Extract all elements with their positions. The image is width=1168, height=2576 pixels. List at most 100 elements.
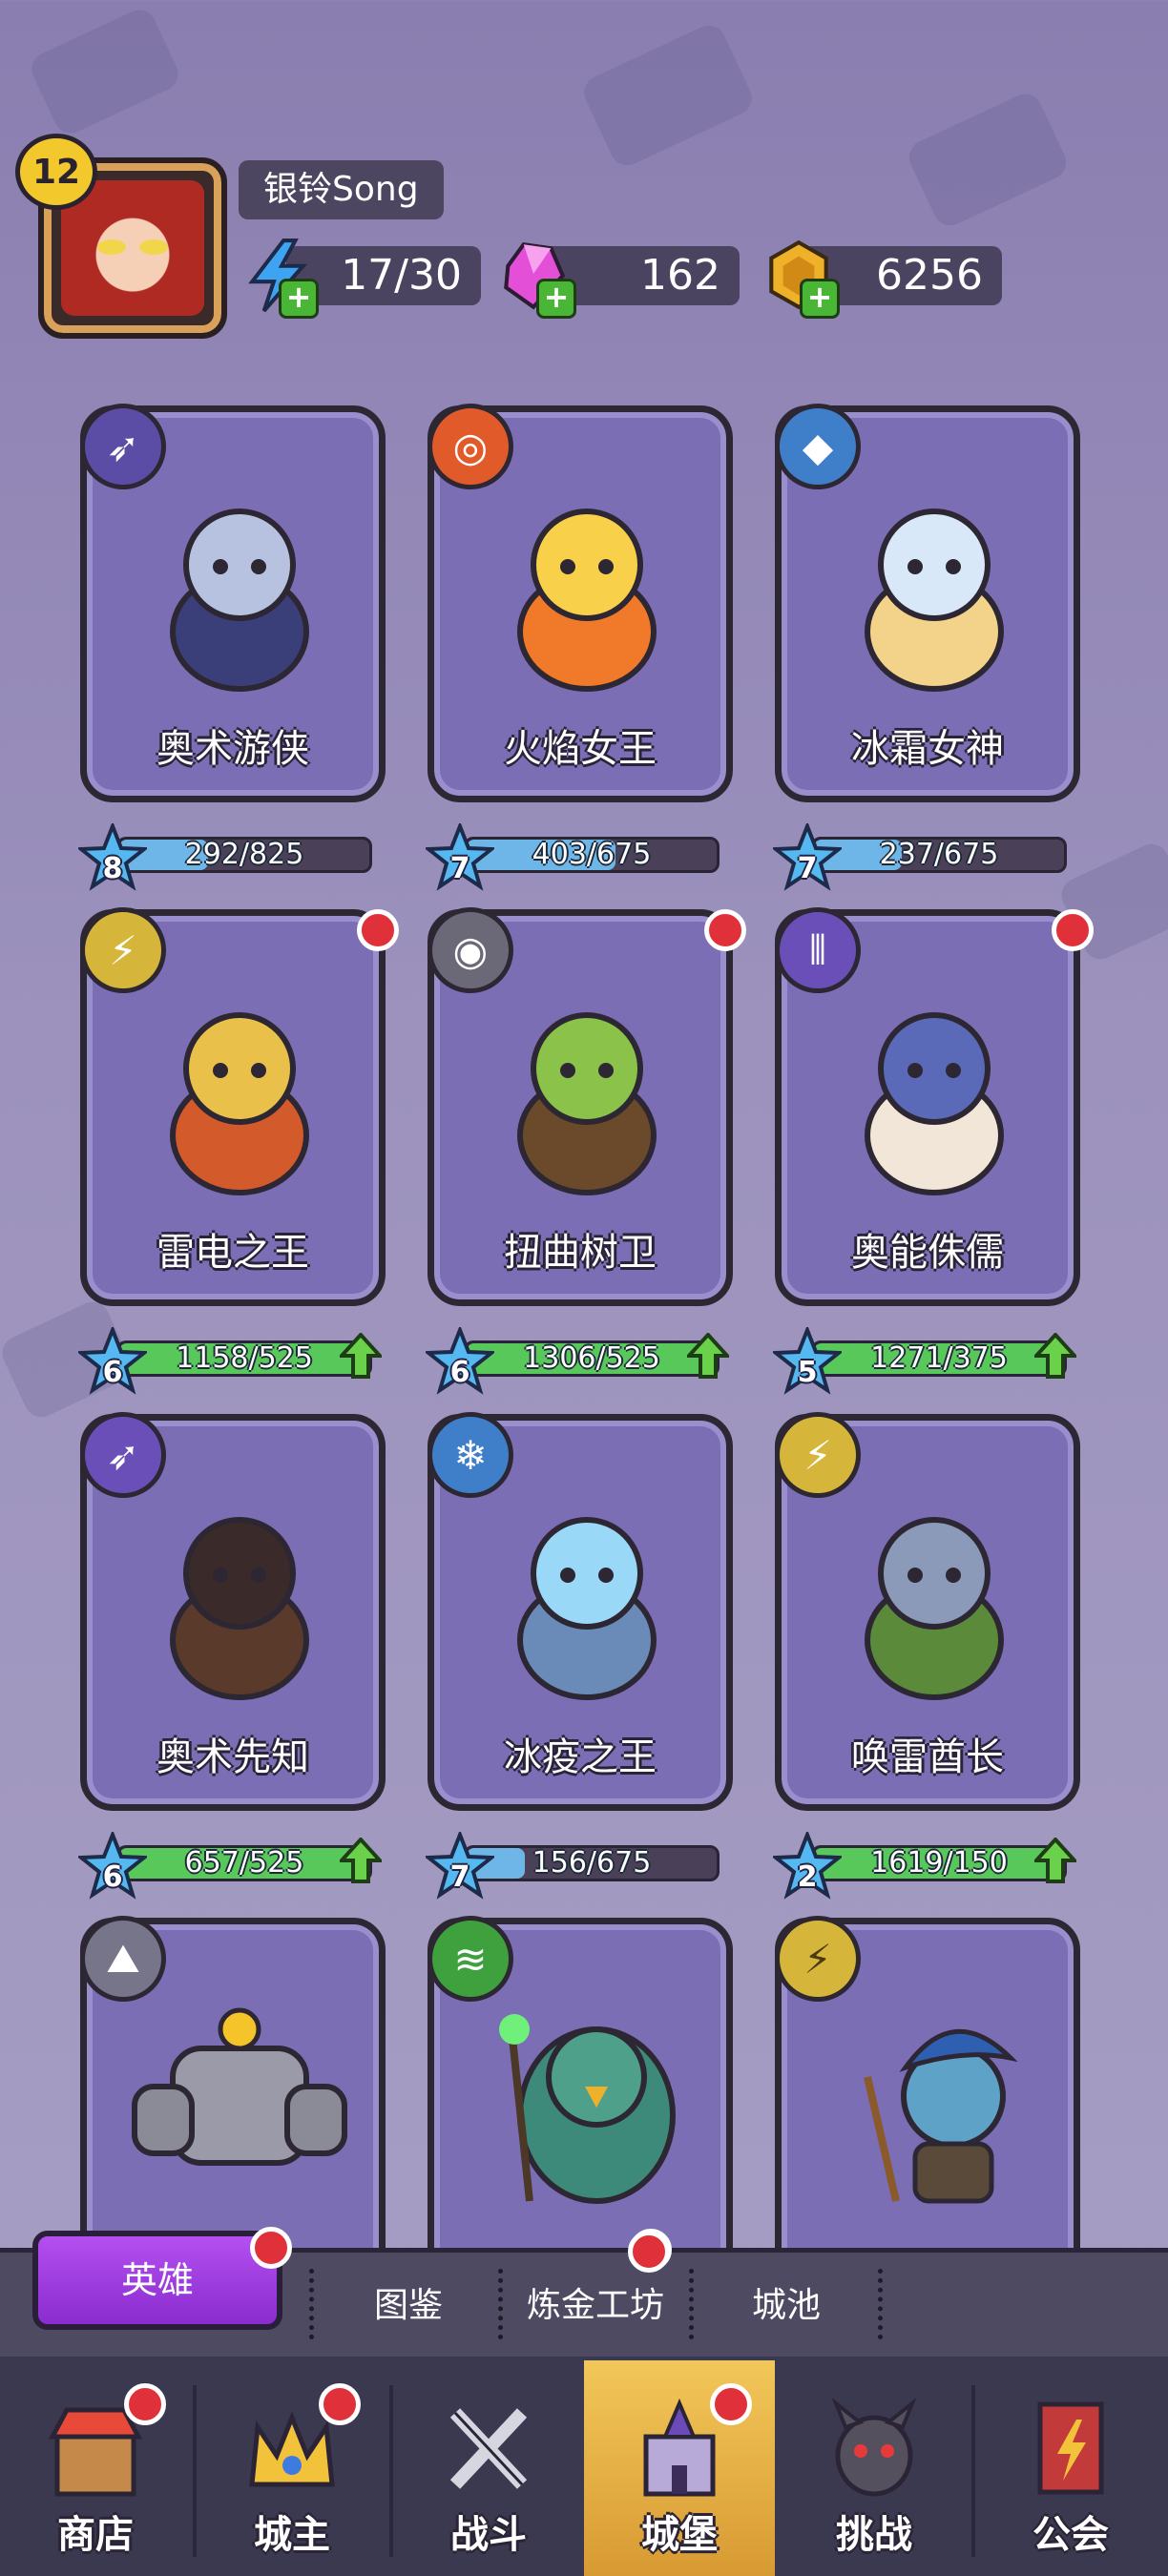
hero-star-level: 7 [449, 852, 470, 885]
hero-art [517, 1517, 657, 1700]
tab-alchemy-workshop[interactable]: 炼金工坊 [527, 2273, 664, 2339]
progress-text: 403/675 [532, 838, 652, 871]
progress-text: 1271/375 [870, 1341, 1008, 1375]
alert-dot [319, 2383, 361, 2425]
progress-text: 1619/150 [870, 1846, 1008, 1880]
arcane-class-badge: ⦀ [775, 907, 861, 993]
hero-shard-progress: 1271/375 5 [773, 1327, 1076, 1395]
hero-shard-progress: 292/825 8 [78, 823, 374, 891]
add-gems-button[interactable]: + [536, 279, 576, 319]
hero-star-level: 8 [102, 852, 123, 885]
hero-art [170, 1012, 309, 1195]
tab-city[interactable]: 城池 [752, 2273, 821, 2339]
lightning-class-badge: ⚡ [775, 1916, 861, 2002]
hero-shard-progress: 1158/525 6 [78, 1327, 382, 1395]
tab-divider [689, 2269, 699, 2339]
hero-art [865, 1012, 1004, 1195]
nav-challenge[interactable]: 挑战 [779, 2360, 970, 2576]
alert-dot [1052, 909, 1094, 951]
alert-dot [710, 2383, 752, 2425]
upgrade-arrow-icon[interactable] [340, 1333, 382, 1381]
lightning-class-badge: ⚡ [80, 907, 166, 993]
hero-shard-progress: 1306/525 6 [426, 1327, 729, 1395]
frost-class-badge: ◆ [775, 404, 861, 489]
upgrade-arrow-icon[interactable] [340, 1838, 382, 1885]
hero-star-level: 6 [102, 1860, 123, 1894]
background-pattern [903, 88, 1073, 232]
hero-name: 奥能侏儒 [851, 1231, 1004, 1275]
crossed-swords-icon [449, 2408, 528, 2489]
owl-druid-hero-art [499, 2014, 676, 2204]
alert-dot [704, 909, 746, 951]
alert-dot [628, 2231, 670, 2273]
nav-guild[interactable]: 公会 [975, 2360, 1166, 2576]
progress-text: 237/675 [879, 838, 999, 871]
hero-star-level: 6 [102, 1356, 123, 1389]
hero-art [170, 1517, 309, 1700]
hero-art [517, 509, 657, 692]
hero-name: 冰疫之王 [504, 1735, 657, 1779]
mechanical-class-badge: ◉ [428, 907, 513, 993]
lightning-class-badge: ⚡ [775, 1412, 861, 1498]
progress-text: 292/825 [184, 838, 304, 871]
tab-heroes-label: 英雄 [120, 2259, 194, 2301]
arcane-class-badge: ➶ [80, 404, 166, 489]
tab-divider [498, 2269, 509, 2339]
progress-text: 156/675 [532, 1846, 652, 1880]
nav-shop-label: 商店 [57, 2513, 134, 2557]
player-name[interactable]: 银铃Song [239, 160, 444, 219]
avatar-eye [97, 239, 126, 255]
add-gold-button[interactable]: + [800, 279, 840, 319]
background-pattern [26, 4, 184, 139]
progress-text: 1158/525 [176, 1341, 313, 1375]
hero-name: 火焰女王 [504, 727, 657, 771]
hero-star-level: 5 [797, 1356, 818, 1389]
nav-battle-label: 战斗 [450, 2513, 527, 2557]
fire-class-badge: ◎ [428, 404, 513, 489]
tab-codex[interactable]: 图鉴 [374, 2273, 443, 2339]
hero-name: 奥术先知 [156, 1735, 309, 1779]
progress-text: 657/525 [184, 1846, 304, 1880]
alert-dot [357, 909, 399, 951]
hero-art [170, 509, 309, 692]
add-energy-button[interactable]: + [279, 279, 319, 319]
nav-castle-label: 城堡 [641, 2513, 718, 2557]
frost-class-badge: ❄ [428, 1412, 513, 1498]
nav-lord[interactable]: 城主 [197, 2360, 387, 2576]
tab-divider [878, 2269, 888, 2339]
nav-lord-label: 城主 [254, 2513, 330, 2557]
hero-star-level: 7 [797, 852, 818, 885]
nav-challenge-label: 挑战 [836, 2513, 912, 2557]
hero-name: 奥术游侠 [156, 727, 309, 771]
hero-shard-progress: 657/525 6 [78, 1832, 382, 1900]
player-level-badge: 12 [15, 134, 97, 210]
hero-name: 扭曲树卫 [504, 1231, 657, 1275]
alert-dot [124, 2383, 166, 2425]
hero-art [865, 1517, 1004, 1700]
troll-shaman-hero-art [864, 2028, 1018, 2204]
nav-battle[interactable]: 战斗 [393, 2360, 584, 2576]
hero-name: 雷电之王 [156, 1231, 309, 1275]
arcane-class-badge: ➶ [80, 1412, 166, 1498]
hero-shard-progress: 403/675 7 [426, 823, 721, 891]
golem-hero-art [132, 2007, 347, 2166]
background-pattern [578, 19, 758, 172]
hero-star-level: 6 [449, 1356, 470, 1389]
progress-text: 1306/525 [523, 1341, 660, 1375]
nav-guild-label: 公会 [1032, 2513, 1109, 2557]
hero-shard-progress: 156/675 7 [426, 1832, 721, 1900]
player-level: 12 [31, 152, 81, 192]
tab-divider [309, 2269, 320, 2339]
upgrade-arrow-icon[interactable] [1034, 1838, 1076, 1885]
hero-star-level: 7 [449, 1860, 470, 1894]
upgrade-arrow-icon[interactable] [1034, 1333, 1076, 1381]
upgrade-arrow-icon[interactable] [687, 1333, 729, 1381]
hero-art [517, 1012, 657, 1195]
guild-banner-icon [1037, 2401, 1104, 2495]
hero-name: 冰霜女神 [851, 727, 1004, 771]
alert-dot [250, 2227, 292, 2269]
demon-mask-icon [831, 2399, 917, 2497]
tab-heroes[interactable]: 英雄 [32, 2231, 282, 2330]
hero-name: 唤雷酋长 [851, 1735, 1004, 1779]
hero-shard-progress: 1619/150 2 [773, 1832, 1076, 1900]
